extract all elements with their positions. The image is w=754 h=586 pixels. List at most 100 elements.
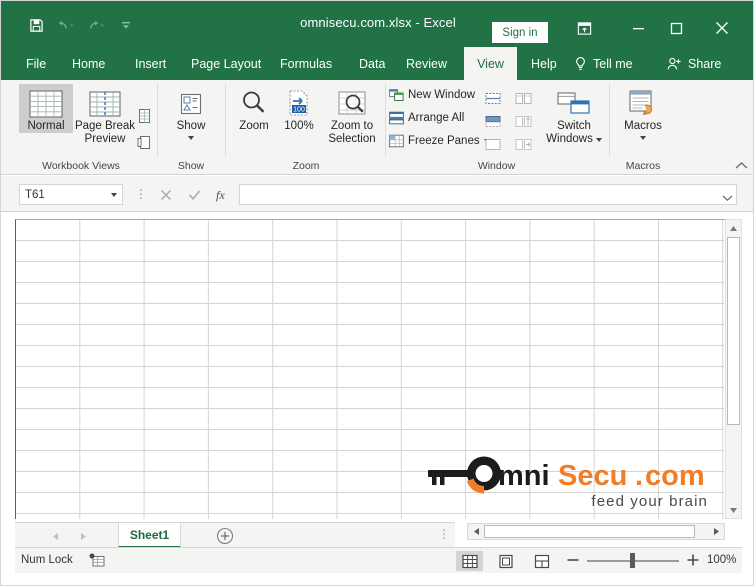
vertical-scrollbar-thumb[interactable] <box>727 237 740 425</box>
enter-formula-icon[interactable] <box>181 184 207 205</box>
workbook-views-group-label: Workbook Views <box>42 160 120 172</box>
new-window-button[interactable]: New Window <box>389 88 475 102</box>
switch-windows-icon <box>555 84 593 120</box>
scroll-left-icon[interactable] <box>469 525 483 538</box>
tab-data[interactable]: Data <box>350 47 394 80</box>
zoom-in-button[interactable] <box>686 553 700 572</box>
zoom-slider-thumb[interactable] <box>630 553 635 568</box>
tab-home[interactable]: Home <box>63 47 114 80</box>
switch-windows-line2-row: Windows <box>546 133 602 146</box>
normal-view-label: Normal <box>27 120 65 132</box>
reset-window-position-icon[interactable] <box>512 134 534 154</box>
page-break-preview-label-1: Page Break <box>74 120 136 132</box>
freeze-panes-label: Freeze Panes <box>408 135 480 147</box>
freeze-panes-button[interactable]: Freeze Panes <box>389 134 490 148</box>
ribbon-content: Normal Page Break Preview Workbook Views… <box>1 80 753 175</box>
sheet-tab-sheet1[interactable]: Sheet1 <box>118 523 181 548</box>
normal-view-button[interactable] <box>456 551 483 571</box>
view-side-by-side-icon[interactable] <box>512 88 534 108</box>
page-layout-view-button[interactable] <box>492 551 519 571</box>
tell-me-label: Tell me <box>593 56 633 71</box>
tab-help[interactable]: Help <box>522 47 566 80</box>
expand-formula-bar-icon[interactable] <box>722 189 733 207</box>
share-label: Share <box>688 56 722 71</box>
page-layout-view-icon[interactable] <box>133 106 155 126</box>
scroll-right-icon[interactable] <box>709 525 723 538</box>
sign-in-button[interactable]: Sign in <box>492 22 548 43</box>
cancel-formula-icon[interactable] <box>153 184 179 205</box>
undo-icon[interactable] <box>53 14 79 36</box>
name-box-value: T61 <box>25 188 45 201</box>
excel-window: omnisecu.com.xlsx - Excel Sign in File H… <box>0 0 754 586</box>
insert-function-icon[interactable]: fx <box>209 184 235 205</box>
arrange-all-button[interactable]: Arrange All <box>389 111 464 125</box>
tab-insert[interactable]: Insert <box>126 47 175 80</box>
vertical-scrollbar[interactable] <box>725 219 742 519</box>
freeze-panes-icon <box>389 134 404 148</box>
horizontal-scrollbar[interactable] <box>467 523 725 540</box>
record-macro-icon[interactable] <box>89 553 105 573</box>
page-break-preview-ribbon-button[interactable]: Page Break Preview <box>74 84 136 146</box>
ribbon-tab-strip: File Home Insert Page Layout Formulas Da… <box>1 47 753 80</box>
person-add-icon <box>666 56 683 72</box>
horizontal-scrollbar-thumb[interactable] <box>484 525 695 538</box>
switch-windows-label-2: Windows <box>546 133 593 145</box>
tell-me-button[interactable]: Tell me <box>573 47 633 80</box>
maximize-icon[interactable] <box>657 13 695 43</box>
collapse-ribbon-icon[interactable] <box>733 158 749 172</box>
unhide-icon[interactable] <box>482 134 504 154</box>
svg-text:100: 100 <box>293 106 305 113</box>
previous-sheet-icon[interactable] <box>45 527 65 545</box>
macros-icon <box>625 84 661 120</box>
name-box[interactable]: T61 <box>19 184 123 205</box>
save-icon[interactable] <box>23 14 49 36</box>
zoom-100-ribbon-button[interactable]: 100 100% <box>277 84 321 133</box>
add-sheet-icon[interactable] <box>215 526 235 546</box>
ribbon-display-options-icon[interactable] <box>565 13 603 43</box>
scroll-down-icon[interactable] <box>727 503 740 517</box>
tab-view[interactable]: View <box>464 47 517 80</box>
show-icon <box>176 84 206 120</box>
synchronous-scrolling-icon[interactable] <box>512 111 534 131</box>
tab-split-handle[interactable]: ⋮ <box>438 528 450 541</box>
arrange-all-icon <box>389 111 404 125</box>
switch-windows-button[interactable]: Switch Windows <box>544 84 604 146</box>
macros-group-label: Macros <box>625 160 661 172</box>
tab-file[interactable]: File <box>17 47 55 80</box>
macros-label: Macros <box>624 120 662 132</box>
worksheet-grid[interactable] <box>15 219 725 519</box>
split-icon[interactable] <box>482 88 504 108</box>
zoom-group-label: Zoom <box>292 160 320 172</box>
tab-review[interactable]: Review <box>397 47 456 80</box>
macros-ribbon-button[interactable]: Macros <box>615 84 671 140</box>
redo-icon[interactable] <box>83 14 109 36</box>
customize-quick-access-icon[interactable] <box>113 14 139 36</box>
tab-formulas[interactable]: Formulas <box>271 47 341 80</box>
normal-view-icon <box>27 84 65 120</box>
zoom-to-selection-ribbon-button[interactable]: Zoom to Selection <box>321 84 383 146</box>
quick-access-toolbar <box>23 14 139 36</box>
formula-bar: T61 ⋮ fx <box>1 176 753 212</box>
normal-view-ribbon-button[interactable]: Normal <box>19 84 73 133</box>
close-icon[interactable] <box>703 13 741 43</box>
title-bar: omnisecu.com.xlsx - Excel Sign in <box>1 1 753 47</box>
zoom-out-button[interactable] <box>566 553 580 572</box>
svg-text:fx: fx <box>216 188 225 202</box>
show-ribbon-button[interactable]: Show <box>167 84 215 140</box>
grid-cells[interactable] <box>16 220 724 519</box>
zoom-level-label[interactable]: 100% <box>707 554 736 566</box>
zoom-to-selection-icon <box>335 84 369 120</box>
tab-page-layout[interactable]: Page Layout <box>182 47 270 80</box>
zoom-ribbon-button[interactable]: Zoom <box>229 84 279 133</box>
minimize-icon[interactable] <box>619 13 657 43</box>
next-sheet-icon[interactable] <box>73 527 93 545</box>
share-button[interactable]: Share <box>666 47 721 80</box>
hide-icon[interactable] <box>482 111 504 131</box>
scroll-up-icon[interactable] <box>727 221 740 235</box>
name-box-resize-handle[interactable]: ⋮ <box>135 188 147 201</box>
chevron-down-icon <box>188 136 194 140</box>
custom-views-icon[interactable] <box>133 132 155 152</box>
formula-input[interactable] <box>239 184 737 205</box>
zoom-100-label: 100% <box>284 120 314 132</box>
page-break-preview-view-button[interactable] <box>528 551 555 571</box>
